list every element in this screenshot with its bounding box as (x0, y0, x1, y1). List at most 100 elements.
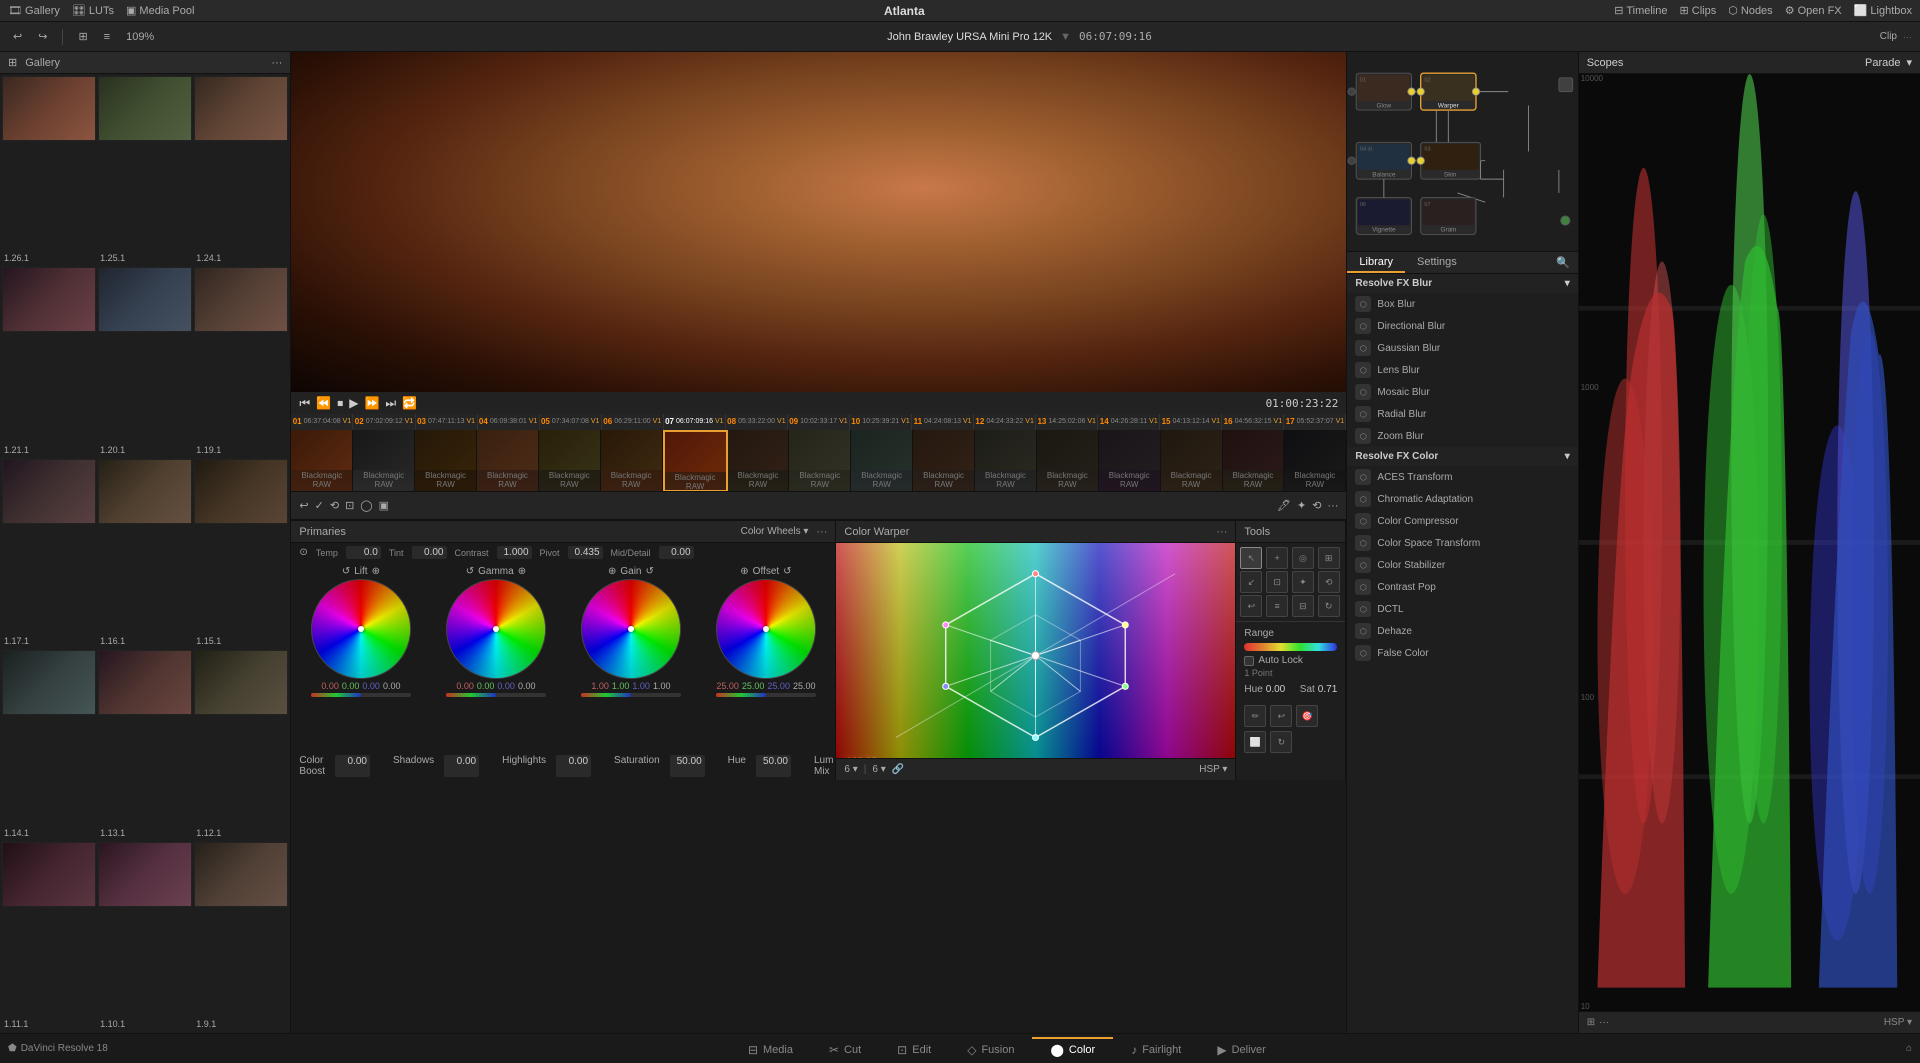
tool-pick-btn[interactable]: 🎯 (1296, 705, 1318, 727)
offset-reset-btn[interactable]: ↺ (783, 566, 791, 577)
saturation-value[interactable]: 50.00 (670, 755, 705, 777)
tool-btn[interactable]: ↻ (1318, 595, 1340, 617)
color-mode-btn[interactable]: 🖊 (1277, 499, 1291, 512)
scope-hsp-btn[interactable]: HSP ▾ (1884, 1017, 1912, 1028)
tab-color[interactable]: ⬤ Color (1032, 1037, 1113, 1061)
gain-reset-btn[interactable]: ↺ (645, 566, 653, 577)
gamma-crosshair[interactable]: ⊕ (518, 566, 526, 577)
gamma-wheel[interactable] (446, 579, 546, 679)
color-tool-btn[interactable]: ↩ (299, 499, 308, 512)
fx-radial-blur[interactable]: ⬡ Radial Blur (1347, 403, 1577, 425)
clip-item[interactable]: Blackmagic RAW (1284, 430, 1346, 492)
list-item[interactable]: 1.14.1 (2, 650, 96, 839)
scope-options-btn[interactable]: ··· (1599, 1017, 1609, 1028)
tool-pen-btn[interactable]: ✏ (1244, 705, 1266, 727)
lightbox-btn[interactable]: ⬜ Lightbox (1854, 4, 1912, 17)
shadows-value[interactable]: 0.00 (444, 755, 479, 777)
color-tool-btn[interactable]: ✓ (315, 499, 324, 512)
timeline-cell[interactable]: 1104:24:08:13V1 (912, 412, 974, 430)
fx-mosaic-blur[interactable]: ⬡ Mosaic Blur (1347, 381, 1577, 403)
tool-btn[interactable]: ✦ (1292, 571, 1314, 593)
fx-directional-blur[interactable]: ⬡ Directional Blur (1347, 315, 1577, 337)
clip-item[interactable]: Blackmagic RAW (601, 430, 663, 492)
gallery-btn[interactable]: 🎞 Gallery (8, 4, 60, 17)
clip-item[interactable]: Blackmagic RAW (728, 430, 790, 492)
color-boost-value[interactable]: 0.00 (335, 755, 370, 777)
list-item[interactable]: 1.20.1 (98, 267, 192, 456)
scopes-more[interactable]: ▾ (1906, 56, 1912, 69)
fx-gaussian-blur[interactable]: ⬡ Gaussian Blur (1347, 337, 1577, 359)
fx-chromatic[interactable]: ⬡ Chromatic Adaptation (1347, 488, 1577, 510)
home-icon[interactable]: ⌂ (1906, 1043, 1912, 1054)
list-item[interactable]: 1.16.1 (98, 459, 192, 648)
gain-crosshair[interactable]: ⊕ (608, 566, 616, 577)
color-wheels-dropdown[interactable]: Color Wheels ▾ (741, 526, 809, 537)
clip-item[interactable]: Blackmagic RAW (1037, 430, 1099, 492)
list-btn[interactable]: ≡ (99, 29, 115, 45)
offset-bar[interactable] (716, 693, 816, 697)
fx-dctl[interactable]: ⬡ DCTL (1347, 598, 1577, 620)
list-item[interactable]: 1.21.1 (2, 267, 96, 456)
color-tool-btn[interactable]: ⊡ (345, 499, 354, 512)
timeline-cell[interactable]: 0207:02:09:12V1 (353, 412, 415, 430)
clip-item[interactable]: Blackmagic RAW (1223, 430, 1285, 492)
gamma-bar[interactable] (446, 693, 546, 697)
tab-fusion[interactable]: ◇ Fusion (949, 1037, 1032, 1061)
tool-fill-btn[interactable]: ⬜ (1244, 731, 1266, 753)
lift-wheel[interactable] (311, 579, 411, 679)
gamma-reset-btn[interactable]: ↺ (466, 566, 474, 577)
step-fwd-btn[interactable]: ⏩ (364, 396, 379, 410)
timeline-cell[interactable]: 1204:24:33:22V1 (974, 412, 1036, 430)
tab-media[interactable]: ⊟ Media (730, 1037, 811, 1061)
step-back-btn[interactable]: ⏪ (316, 396, 331, 410)
clip-item[interactable]: Blackmagic RAW (415, 430, 477, 492)
tab-fairlight[interactable]: ♪ Fairlight (1113, 1037, 1199, 1061)
scope-expand-btn[interactable]: ⊞ (1587, 1017, 1595, 1028)
fx-dehaze[interactable]: ⬡ Dehaze (1347, 620, 1577, 642)
tool-btn[interactable]: ⟲ (1318, 571, 1340, 593)
list-item[interactable]: 1.11.1 (2, 842, 96, 1031)
clip-item[interactable]: Blackmagic RAW (291, 430, 353, 492)
clips-btn[interactable]: ⊞ Clips (1679, 4, 1716, 17)
clip-item[interactable]: Blackmagic RAW (789, 430, 851, 492)
list-item[interactable]: 1.13.1 (98, 650, 192, 839)
color-tool-btn[interactable]: ◯ (360, 499, 372, 512)
clip-item[interactable]: Blackmagic RAW (353, 430, 415, 492)
list-item[interactable]: 1.9.1 (194, 842, 288, 1031)
more-options[interactable]: ··· (1903, 32, 1912, 42)
tool-btn[interactable]: ⊞ (1318, 547, 1340, 569)
tool-btn[interactable]: ↩ (1240, 595, 1262, 617)
lift-crosshair[interactable]: ⊕ (372, 566, 380, 577)
luts-btn[interactable]: 🎛 LUTs (72, 4, 114, 17)
fx-false-color[interactable]: ⬡ False Color (1347, 642, 1577, 664)
fx-color-space[interactable]: ⬡ Color Space Transform (1347, 532, 1577, 554)
warper-size-btn2[interactable]: 6 ▾ (872, 764, 885, 775)
list-item[interactable]: 1.26.1 (2, 76, 96, 265)
color-tool-btn[interactable]: ⟲ (330, 499, 339, 512)
clip-item[interactable]: Blackmagic RAW (1099, 430, 1161, 492)
open-fx-btn[interactable]: ⚙ Open FX (1785, 4, 1842, 17)
color-more-btn[interactable]: ··· (1327, 500, 1338, 512)
temp-value[interactable]: 0.0 (346, 546, 381, 559)
skip-end-btn[interactable]: ⏭ (385, 396, 396, 411)
timeline-cell[interactable]: 0606:29:11:00V1 (602, 412, 664, 430)
tool-btn[interactable]: + (1266, 547, 1288, 569)
timeline-cell[interactable]: 0106:37:04:08V1 (291, 412, 353, 430)
timeline-cell[interactable]: 1504:13:12:14V1 (1160, 412, 1222, 430)
fx-zoom-blur[interactable]: ⬡ Zoom Blur (1347, 425, 1577, 447)
tab-cut[interactable]: ✂ Cut (811, 1037, 879, 1061)
timeline-cell[interactable]: 1404:26:28:11V1 (1098, 412, 1160, 430)
color-fx-btn[interactable]: ✦ (1297, 499, 1306, 512)
media-pool-btn[interactable]: ▣ Media Pool (126, 4, 194, 17)
color-tool-btn[interactable]: ▣ (379, 499, 389, 512)
fx-color-title[interactable]: Resolve FX Color ▾ (1347, 447, 1577, 466)
fx-box-blur[interactable]: ⬡ Box Blur (1347, 293, 1577, 315)
clip-item-selected[interactable]: Blackmagic RAW (663, 430, 728, 492)
tool-btn[interactable]: ◎ (1292, 547, 1314, 569)
timeline-cell[interactable]: 0406:09:38:01V1 (478, 412, 540, 430)
timeline-btn[interactable]: ⊟ Timeline (1614, 4, 1667, 17)
tool-btn[interactable]: ⊟ (1292, 595, 1314, 617)
gallery-options[interactable]: ··· (271, 57, 282, 69)
gain-wheel[interactable] (581, 579, 681, 679)
middetail-value[interactable]: 0.00 (659, 546, 694, 559)
